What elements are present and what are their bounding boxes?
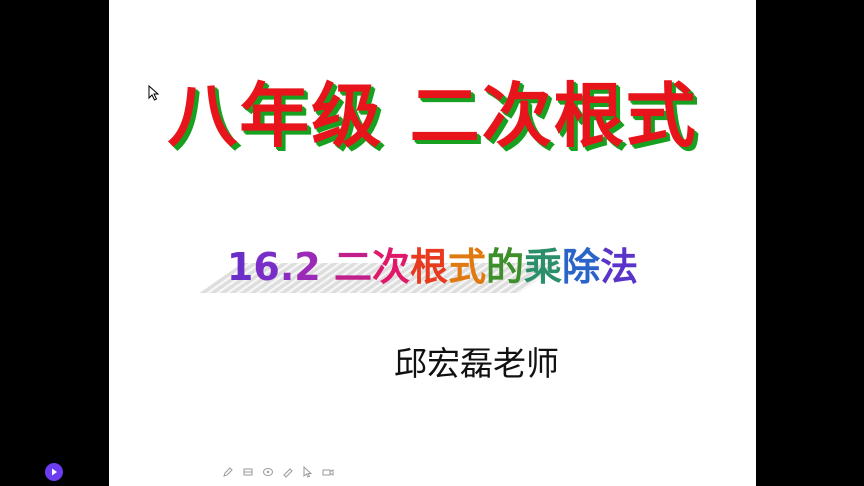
play-icon bbox=[52, 468, 57, 476]
subtitle-char: 1 bbox=[226, 245, 254, 289]
pen-icon[interactable] bbox=[221, 465, 235, 479]
subtitle-char: 根 bbox=[409, 245, 448, 289]
annotation-toolbar bbox=[221, 462, 335, 482]
subtitle-char: 法 bbox=[600, 245, 639, 289]
subtitle-char: 二 bbox=[333, 245, 372, 289]
camera-icon[interactable] bbox=[321, 465, 335, 479]
lasso-icon[interactable] bbox=[281, 465, 295, 479]
subtitle-char: 乘 bbox=[524, 245, 563, 289]
slide-subtitle: 16.2 二次根式的乘除法 bbox=[109, 235, 756, 299]
highlighter-icon[interactable] bbox=[261, 465, 275, 479]
slide: 八年级 二次根式 16.2 二次根式的乘除法 邱宏磊老师 bbox=[109, 0, 756, 486]
subtitle-char: 的 bbox=[486, 245, 525, 289]
subtitle-container: 16.2 二次根式的乘除法 bbox=[109, 235, 756, 305]
teacher-name: 邱宏磊老师 bbox=[394, 344, 559, 383]
screen: 八年级 二次根式 16.2 二次根式的乘除法 邱宏磊老师 bbox=[0, 0, 864, 486]
subtitle-char: 式 bbox=[448, 245, 487, 289]
slide-title: 八年级 二次根式 bbox=[167, 75, 698, 157]
player-button[interactable] bbox=[45, 463, 63, 481]
subtitle-char: 2 bbox=[294, 245, 321, 289]
subtitle-char: 除 bbox=[562, 245, 601, 289]
pointer-icon[interactable] bbox=[301, 465, 315, 479]
subtitle-char bbox=[321, 235, 334, 299]
subtitle-char: 6 bbox=[253, 245, 280, 289]
subtitle-char: 次 bbox=[371, 245, 410, 289]
subtitle-char: . bbox=[279, 245, 295, 289]
eraser-icon[interactable] bbox=[241, 465, 255, 479]
